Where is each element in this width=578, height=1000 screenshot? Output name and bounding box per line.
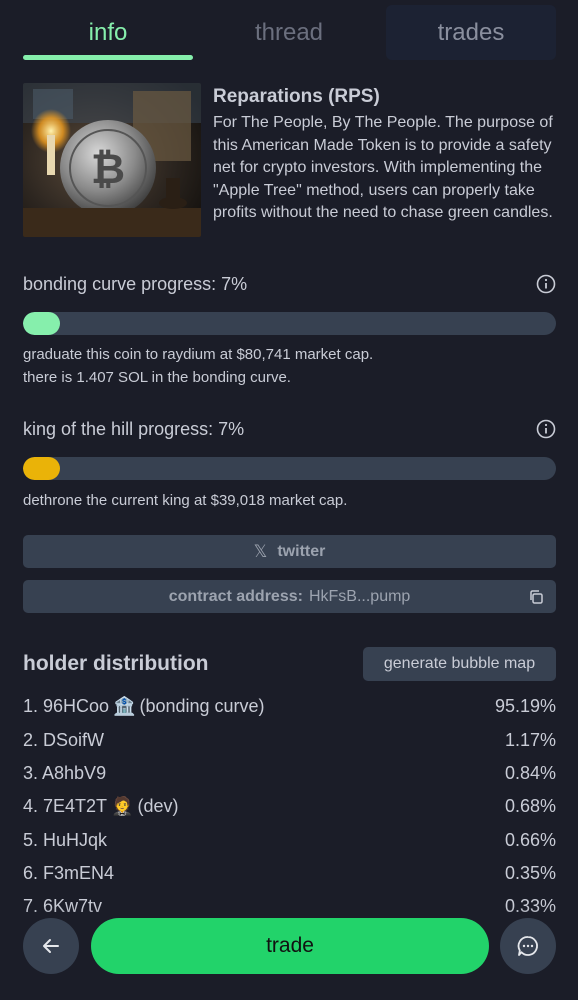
holder-row[interactable]: 6. F3mEN4 0.35% (23, 858, 556, 888)
holder-name: 4. 7E4T2T (23, 795, 108, 816)
active-tab-indicator (23, 55, 193, 60)
dev-person-icon: 🤵 (111, 795, 134, 816)
bonding-curve-progress-bar (23, 312, 556, 335)
back-button[interactable] (23, 918, 79, 974)
token-image: ₿ (23, 83, 201, 237)
tab-info[interactable]: info (23, 6, 193, 60)
holder-row[interactable]: 4. 7E4T2T 🤵 (dev) 0.68% (23, 791, 556, 821)
info-icon[interactable] (536, 274, 556, 294)
holder-tag: (bonding curve) (139, 695, 265, 716)
bonding-curve-label: bonding curve progress: 7% (23, 274, 248, 294)
dethrone-info-text: dethrone the current king at $39,018 mar… (23, 492, 348, 509)
king-of-hill-progress-bar (23, 457, 556, 480)
bonding-curve-progress-fill (23, 312, 61, 335)
holder-percent: 0.68% (504, 795, 556, 816)
holder-name: 1. 96HCoo (23, 695, 110, 716)
graduate-info-text: graduate this coin to raydium at $80,741… (23, 346, 374, 363)
holder-name: 3. A8hbV9 (23, 762, 107, 783)
holder-percent: 95.19% (494, 695, 556, 716)
holder-percent: 0.35% (504, 862, 556, 883)
x-logo-icon: 𝕏 (253, 541, 268, 561)
copy-icon[interactable] (528, 589, 544, 605)
contract-address-value: HkFsB...pump (308, 587, 411, 605)
holder-name: 6. F3mEN4 (23, 862, 115, 883)
holder-percent: 1.17% (504, 729, 556, 750)
generate-bubble-map-button[interactable]: generate bubble map (363, 647, 556, 681)
holder-row[interactable]: 2. DSoifW 1.17% (23, 725, 556, 755)
holder-row[interactable]: 5. HuHJqk 0.66% (23, 825, 556, 855)
tab-thread[interactable]: thread (204, 6, 374, 60)
chat-bubble-icon (517, 936, 538, 956)
twitter-button[interactable]: 𝕏 twitter (23, 535, 556, 568)
holder-row[interactable]: 1. 96HCoo 🏦 (bonding curve) 95.19% (23, 691, 556, 721)
info-icon[interactable] (536, 419, 556, 439)
contract-address-label: contract address: (168, 587, 303, 605)
contract-address-button[interactable]: contract address: HkFsB...pump (23, 580, 556, 613)
bank-icon: 🏦 (113, 695, 136, 716)
holder-name: 5. HuHJqk (23, 829, 108, 850)
holder-distribution-title: holder distribution (23, 652, 209, 675)
holder-row[interactable]: 3. A8hbV9 0.84% (23, 758, 556, 788)
bonding-sol-text: there is 1.407 SOL in the bonding curve. (23, 369, 291, 386)
twitter-label: twitter (277, 542, 326, 560)
token-description: For The People, By The People. The purpo… (213, 114, 553, 221)
holder-percent: 0.84% (504, 762, 556, 783)
chat-button[interactable] (500, 918, 556, 974)
holder-name: 2. DSoifW (23, 729, 105, 750)
holder-tag: (dev) (137, 795, 179, 816)
token-title: Reparations (RPS) (213, 86, 380, 107)
arrow-left-icon (43, 939, 59, 953)
tab-bar: info thread trades (0, 0, 578, 62)
trade-button[interactable]: trade (91, 918, 489, 974)
svg-text:₿: ₿ (91, 144, 125, 193)
tab-trades[interactable]: trades (386, 5, 556, 60)
king-of-hill-label: king of the hill progress: 7% (23, 419, 245, 439)
holder-percent: 0.66% (504, 829, 556, 850)
king-of-hill-progress-fill (23, 457, 61, 480)
